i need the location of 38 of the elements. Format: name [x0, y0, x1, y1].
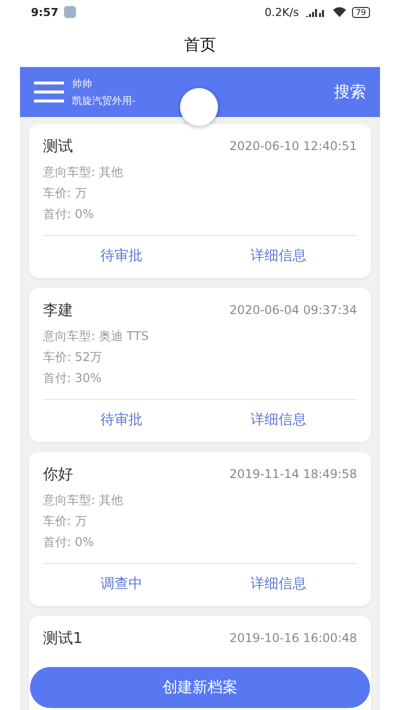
status-link[interactable]: 待审批: [43, 247, 200, 265]
details-link[interactable]: 详细信息: [200, 575, 357, 593]
battery-level: 79: [352, 6, 370, 18]
record-detail: 意向车型: 其他: [43, 492, 124, 509]
record-card[interactable]: 李建 2020-06-04 09:37:34 意向车型: 奥迪 TTS 车价: 52万 首付: 30% 待审批 详细信息: [29, 288, 371, 442]
details-link[interactable]: 详细信息: [200, 411, 357, 429]
record-card[interactable]: 你好 2019-11-14 18:49:58 意向车型: 其他 车价: 万 首付: 0% 调查中 详细信息: [29, 452, 371, 606]
record-detail: 首付: 0%: [43, 206, 95, 223]
record-detail: 车价: 万: [43, 185, 88, 202]
page-title: 首页: [183, 34, 217, 56]
company-name: 凯旋汽贸外用-: [72, 94, 136, 108]
record-time: 2019-10-16 16:00:48: [230, 631, 357, 645]
status-link[interactable]: 待审批: [43, 411, 200, 429]
record-detail: 首付: 30%: [43, 370, 103, 387]
customer-name: 测试1: [43, 628, 83, 648]
customer-name: 李建: [43, 300, 73, 320]
customer-name: 你好: [43, 464, 73, 484]
menu-icon[interactable]: [34, 81, 64, 103]
record-detail: 意向车型: 奥迪 TTS: [43, 328, 150, 345]
user-name: 帅帅: [72, 78, 93, 90]
record-detail: 车价: 万: [43, 513, 88, 530]
record-time: 2020-06-04 09:37:34: [230, 303, 357, 317]
record-time: 2019-11-14 18:49:58: [230, 467, 357, 481]
customer-name: 测试: [43, 136, 73, 156]
details-link[interactable]: 详细信息: [200, 247, 357, 265]
signal-icon: [304, 7, 327, 17]
create-button[interactable]: 创建新档案: [30, 667, 370, 708]
clock: 9:57: [31, 6, 58, 18]
wifi-icon: [332, 7, 346, 17]
status-link[interactable]: 调查中: [43, 575, 200, 593]
record-detail: 首付: 0%: [43, 534, 95, 551]
record-detail: 意向车型: 其他: [43, 164, 124, 181]
app-icon: [64, 6, 76, 18]
record-detail: 车价: 52万: [43, 349, 104, 366]
record-card[interactable]: 测试 2020-06-10 12:40:51 意向车型: 其他 车价: 万 首付: 0% 待审批 详细信息: [29, 124, 371, 278]
record-time: 2020-06-10 12:40:51: [230, 139, 357, 153]
search-link[interactable]: 搜索: [334, 82, 366, 102]
network-speed: 0.2K/s: [264, 6, 299, 18]
